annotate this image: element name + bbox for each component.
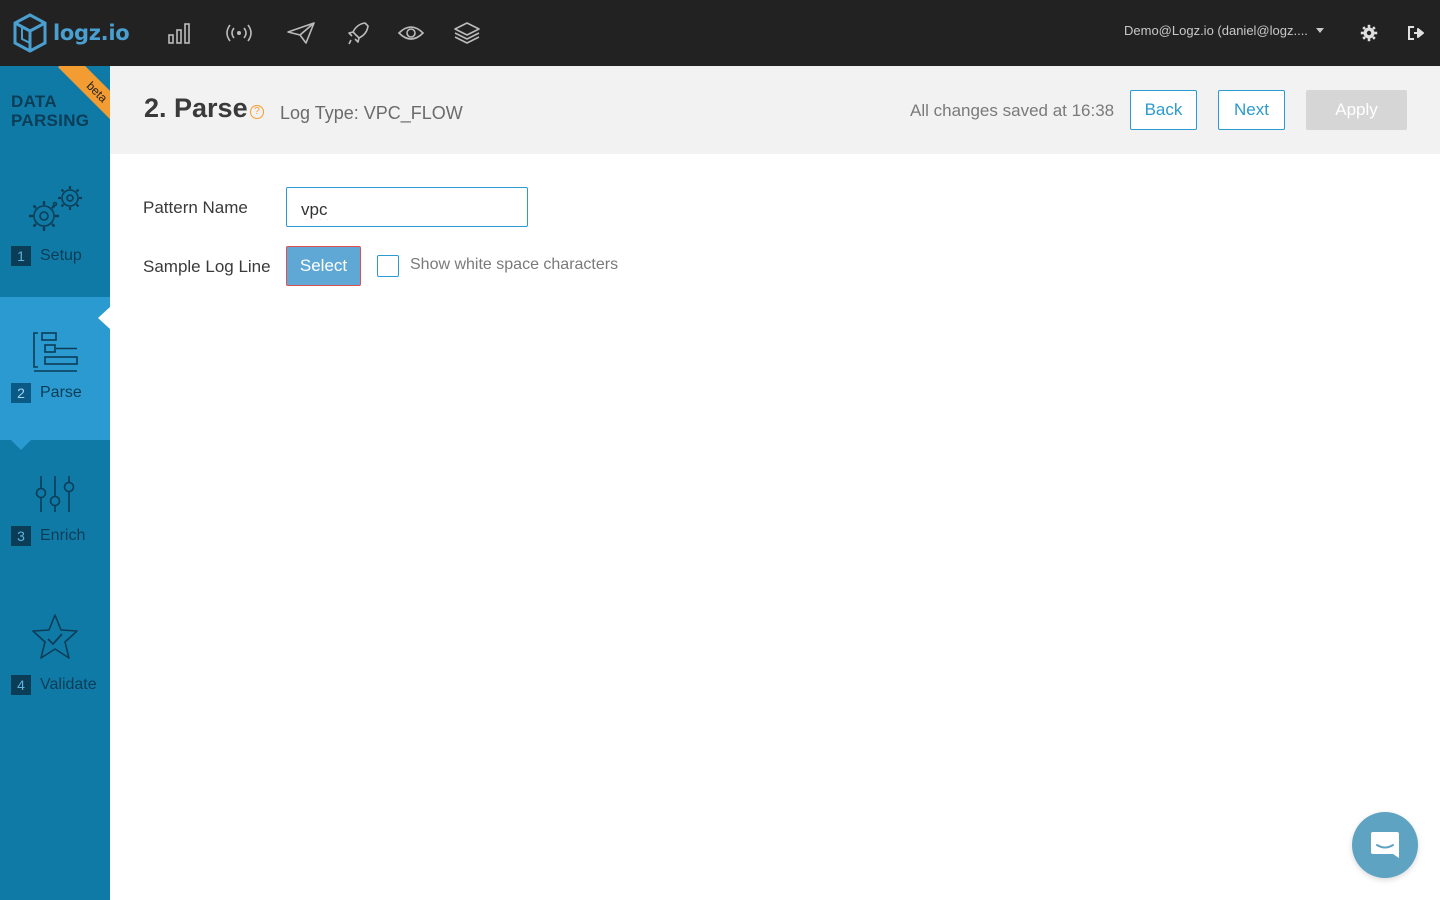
select-sample-button[interactable]: Select [286,246,361,286]
gear-icon[interactable] [1357,21,1381,45]
chevron-down-icon [1315,28,1324,33]
sidebar-step-parse[interactable]: 2 Parse [0,297,110,450]
bar-chart-icon[interactable] [165,18,195,48]
brand-name: logz.io [53,21,130,45]
pattern-name-label: Pattern Name [143,198,248,217]
apply-button: Apply [1306,90,1407,130]
page-header: 2. Parse ? Log Type: VPC_FLOW All change… [110,66,1440,154]
step-label: Parse [40,384,82,401]
step-label: Enrich [40,527,86,544]
top-nav-bar: logz.io Demo@Logz.io (daniel@logz.... [0,0,1440,66]
page-title: 2. Parse [144,93,248,123]
logo[interactable]: logz.io [12,13,130,53]
sidebar-step-setup[interactable]: 1 Setup [0,166,110,297]
active-step-indicator [11,440,31,450]
sidebar-step-enrich[interactable]: 3 Enrich [0,450,110,590]
send-icon[interactable] [286,18,316,48]
whitespace-checkbox-label[interactable]: Show white space characters [410,256,618,274]
sidebar-title: DATA PARSING [11,92,90,130]
step-number: 4 [11,675,31,695]
step-number: 1 [11,246,31,266]
save-status: All changes saved at 16:38 [910,101,1115,120]
account-menu[interactable]: Demo@Logz.io (daniel@logz.... [1124,23,1324,38]
wizard-sidebar: DATA PARSING beta 1 Setup 2 Parse 3 Enri… [0,66,110,900]
step-number: 3 [11,526,31,546]
next-button[interactable]: Next [1218,90,1285,130]
step-label: Validate [40,676,97,693]
star-check-icon [32,614,78,659]
sample-log-line-label: Sample Log Line [143,257,271,276]
whitespace-checkbox[interactable] [377,255,399,277]
sliders-icon [35,476,75,512]
sidebar-step-validate[interactable]: 4 Validate [0,600,110,740]
back-button[interactable]: Back [1130,90,1197,130]
account-label: Demo@Logz.io (daniel@logz.... [1124,23,1308,38]
eye-icon[interactable] [396,18,426,48]
parse-structure-icon [33,332,78,372]
cube-logo-icon [13,13,47,53]
pattern-name-input[interactable] [286,187,528,227]
help-icon[interactable]: ? [250,105,264,119]
logout-icon[interactable] [1404,21,1428,45]
active-step-pointer [98,307,110,329]
gears-icon [29,186,82,231]
log-type-label: Log Type: VPC_FLOW [280,103,463,123]
live-tail-icon[interactable] [224,18,254,48]
chat-launcher-button[interactable] [1352,812,1418,878]
chat-icon [1371,832,1399,858]
step-number: 2 [11,383,31,403]
step-label: Setup [40,247,82,264]
layers-icon[interactable] [452,18,482,48]
rocket-icon[interactable] [343,18,373,48]
